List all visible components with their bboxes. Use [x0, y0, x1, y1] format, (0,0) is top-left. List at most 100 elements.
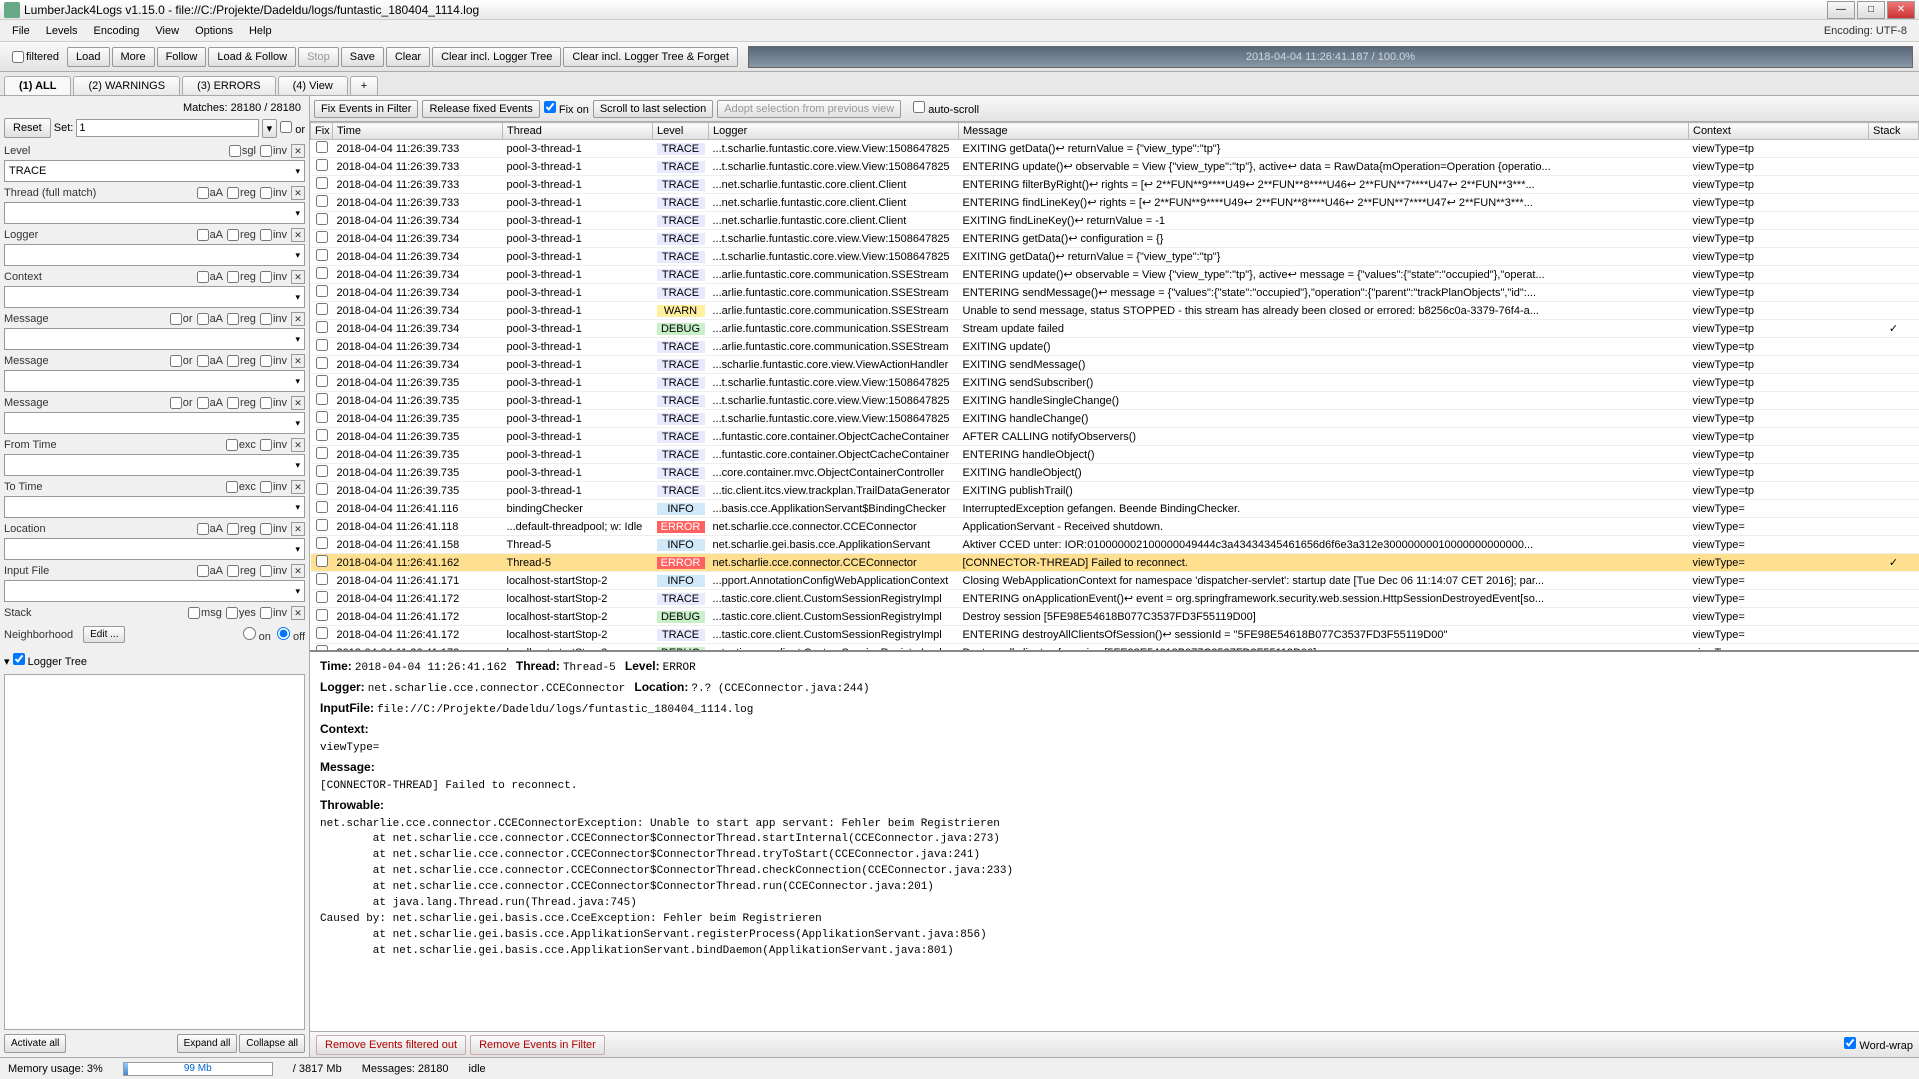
wordwrap-checkbox[interactable]: Word-wrap	[1844, 1037, 1913, 1052]
to_time-clear[interactable]: ✕	[291, 480, 305, 494]
context-aA[interactable]: aA	[197, 270, 223, 284]
auto-scroll-checkbox[interactable]: auto-scroll	[913, 101, 979, 116]
column-header[interactable]: Stack	[1869, 123, 1919, 140]
table-row[interactable]: 2018-04-04 11:26:39.735pool-3-thread-1TR…	[311, 428, 1919, 446]
to_time-inv[interactable]: inv	[260, 480, 287, 494]
table-row[interactable]: 2018-04-04 11:26:39.734pool-3-thread-1TR…	[311, 266, 1919, 284]
column-header[interactable]: Logger	[709, 123, 959, 140]
table-row[interactable]: 2018-04-04 11:26:39.733pool-3-thread-1TR…	[311, 140, 1919, 158]
logger-tree[interactable]	[4, 674, 305, 1030]
input_file-input[interactable]: ▾	[4, 580, 305, 602]
table-row[interactable]: 2018-04-04 11:26:41.172localhost-startSt…	[311, 644, 1919, 653]
message-reg[interactable]: reg	[227, 312, 256, 326]
message-clear[interactable]: ✕	[291, 354, 305, 368]
context-input[interactable]: ▾	[4, 286, 305, 308]
message-inv[interactable]: inv	[260, 396, 287, 410]
table-row[interactable]: 2018-04-04 11:26:39.733pool-3-thread-1TR…	[311, 176, 1919, 194]
message-input[interactable]: ▾	[4, 370, 305, 392]
remove-filtered-out-button[interactable]: Remove Events filtered out	[316, 1035, 466, 1055]
column-header[interactable]: Context	[1689, 123, 1869, 140]
filtered-checkbox[interactable]: filtered	[6, 51, 65, 63]
maximize-button[interactable]: □	[1857, 1, 1885, 19]
thread-input[interactable]: ▾	[4, 202, 305, 224]
message-aA[interactable]: aA	[197, 354, 223, 368]
stack-msg[interactable]: msg	[188, 606, 222, 620]
input_file-reg[interactable]: reg	[227, 564, 256, 578]
logger-reg[interactable]: reg	[227, 228, 256, 242]
table-row[interactable]: 2018-04-04 11:26:39.735pool-3-thread-1TR…	[311, 446, 1919, 464]
table-row[interactable]: 2018-04-04 11:26:39.735pool-3-thread-1TR…	[311, 410, 1919, 428]
to_time-exc[interactable]: exc	[226, 480, 256, 494]
location-input[interactable]: ▾	[4, 538, 305, 560]
reset-button[interactable]: Reset	[4, 118, 51, 138]
table-row[interactable]: 2018-04-04 11:26:41.158Thread-5INFOnet.s…	[311, 536, 1919, 554]
menu-help[interactable]: Help	[241, 22, 280, 40]
table-row[interactable]: 2018-04-04 11:26:39.733pool-3-thread-1TR…	[311, 194, 1919, 212]
adopt-selection-button[interactable]: Adopt selection from previous view	[717, 100, 901, 118]
message-reg[interactable]: reg	[227, 396, 256, 410]
stack-clear[interactable]: ✕	[291, 606, 305, 620]
tree-toggle[interactable]: ▾	[4, 656, 13, 668]
or-checkbox[interactable]: or	[280, 121, 305, 136]
table-row[interactable]: 2018-04-04 11:26:39.734pool-3-thread-1TR…	[311, 212, 1919, 230]
message-or[interactable]: or	[170, 312, 193, 326]
set-dropdown[interactable]: ▾	[262, 119, 278, 138]
level-inv[interactable]: inv	[260, 144, 287, 158]
table-row[interactable]: 2018-04-04 11:26:39.735pool-3-thread-1TR…	[311, 392, 1919, 410]
thread-aA[interactable]: aA	[197, 186, 223, 200]
close-button[interactable]: ✕	[1887, 1, 1915, 19]
message-aA[interactable]: aA	[197, 312, 223, 326]
table-row[interactable]: 2018-04-04 11:26:41.171localhost-startSt…	[311, 572, 1919, 590]
table-row[interactable]: 2018-04-04 11:26:41.172localhost-startSt…	[311, 626, 1919, 644]
follow-button[interactable]: Follow	[157, 47, 207, 67]
input_file-aA[interactable]: aA	[197, 564, 223, 578]
menu-encoding[interactable]: Encoding	[86, 22, 148, 40]
context-clear[interactable]: ✕	[291, 270, 305, 284]
load-follow-button[interactable]: Load & Follow	[208, 47, 296, 67]
message-inv[interactable]: inv	[260, 354, 287, 368]
table-row[interactable]: 2018-04-04 11:26:41.162Thread-5ERRORnet.…	[311, 554, 1919, 572]
column-header[interactable]: Fix	[311, 123, 333, 140]
column-header[interactable]: Level	[653, 123, 709, 140]
context-reg[interactable]: reg	[227, 270, 256, 284]
logger-input[interactable]: ▾	[4, 244, 305, 266]
table-row[interactable]: 2018-04-04 11:26:39.733pool-3-thread-1TR…	[311, 158, 1919, 176]
stack-inv[interactable]: inv	[260, 606, 287, 620]
message-clear[interactable]: ✕	[291, 396, 305, 410]
location-inv[interactable]: inv	[260, 522, 287, 536]
minimize-button[interactable]: —	[1827, 1, 1855, 19]
menu-levels[interactable]: Levels	[38, 22, 86, 40]
from_time-input[interactable]: ▾	[4, 454, 305, 476]
from_time-exc[interactable]: exc	[226, 438, 256, 452]
to_time-input[interactable]: ▾	[4, 496, 305, 518]
message-input[interactable]: ▾	[4, 328, 305, 350]
table-row[interactable]: 2018-04-04 11:26:39.735pool-3-thread-1TR…	[311, 374, 1919, 392]
load-button[interactable]: Load	[67, 47, 109, 67]
logger-inv[interactable]: inv	[260, 228, 287, 242]
neighborhood-on[interactable]: on	[243, 627, 271, 643]
neighborhood-edit[interactable]: Edit ...	[83, 626, 125, 643]
logger-aA[interactable]: aA	[197, 228, 223, 242]
table-row[interactable]: 2018-04-04 11:26:39.735pool-3-thread-1TR…	[311, 482, 1919, 500]
table-row[interactable]: 2018-04-04 11:26:39.734pool-3-thread-1TR…	[311, 284, 1919, 302]
level-clear[interactable]: ✕	[291, 144, 305, 158]
logger-clear[interactable]: ✕	[291, 228, 305, 242]
input_file-inv[interactable]: inv	[260, 564, 287, 578]
set-input[interactable]	[76, 119, 258, 137]
tab[interactable]: (3) ERRORS	[182, 76, 276, 95]
message-aA[interactable]: aA	[197, 396, 223, 410]
clear-incl-button[interactable]: Clear incl. Logger Tree	[432, 47, 561, 67]
location-reg[interactable]: reg	[227, 522, 256, 536]
message-clear[interactable]: ✕	[291, 312, 305, 326]
column-header[interactable]: Message	[959, 123, 1689, 140]
column-header[interactable]: Thread	[503, 123, 653, 140]
message-or[interactable]: or	[170, 354, 193, 368]
message-input[interactable]: ▾	[4, 412, 305, 434]
menu-options[interactable]: Options	[187, 22, 241, 40]
table-row[interactable]: 2018-04-04 11:26:41.172localhost-startSt…	[311, 590, 1919, 608]
save-button[interactable]: Save	[341, 47, 384, 67]
level-select[interactable]: TRACE▾	[4, 160, 305, 182]
tab-add[interactable]: +	[350, 76, 378, 95]
thread-reg[interactable]: reg	[227, 186, 256, 200]
level-sgl[interactable]: sgl	[229, 144, 256, 158]
